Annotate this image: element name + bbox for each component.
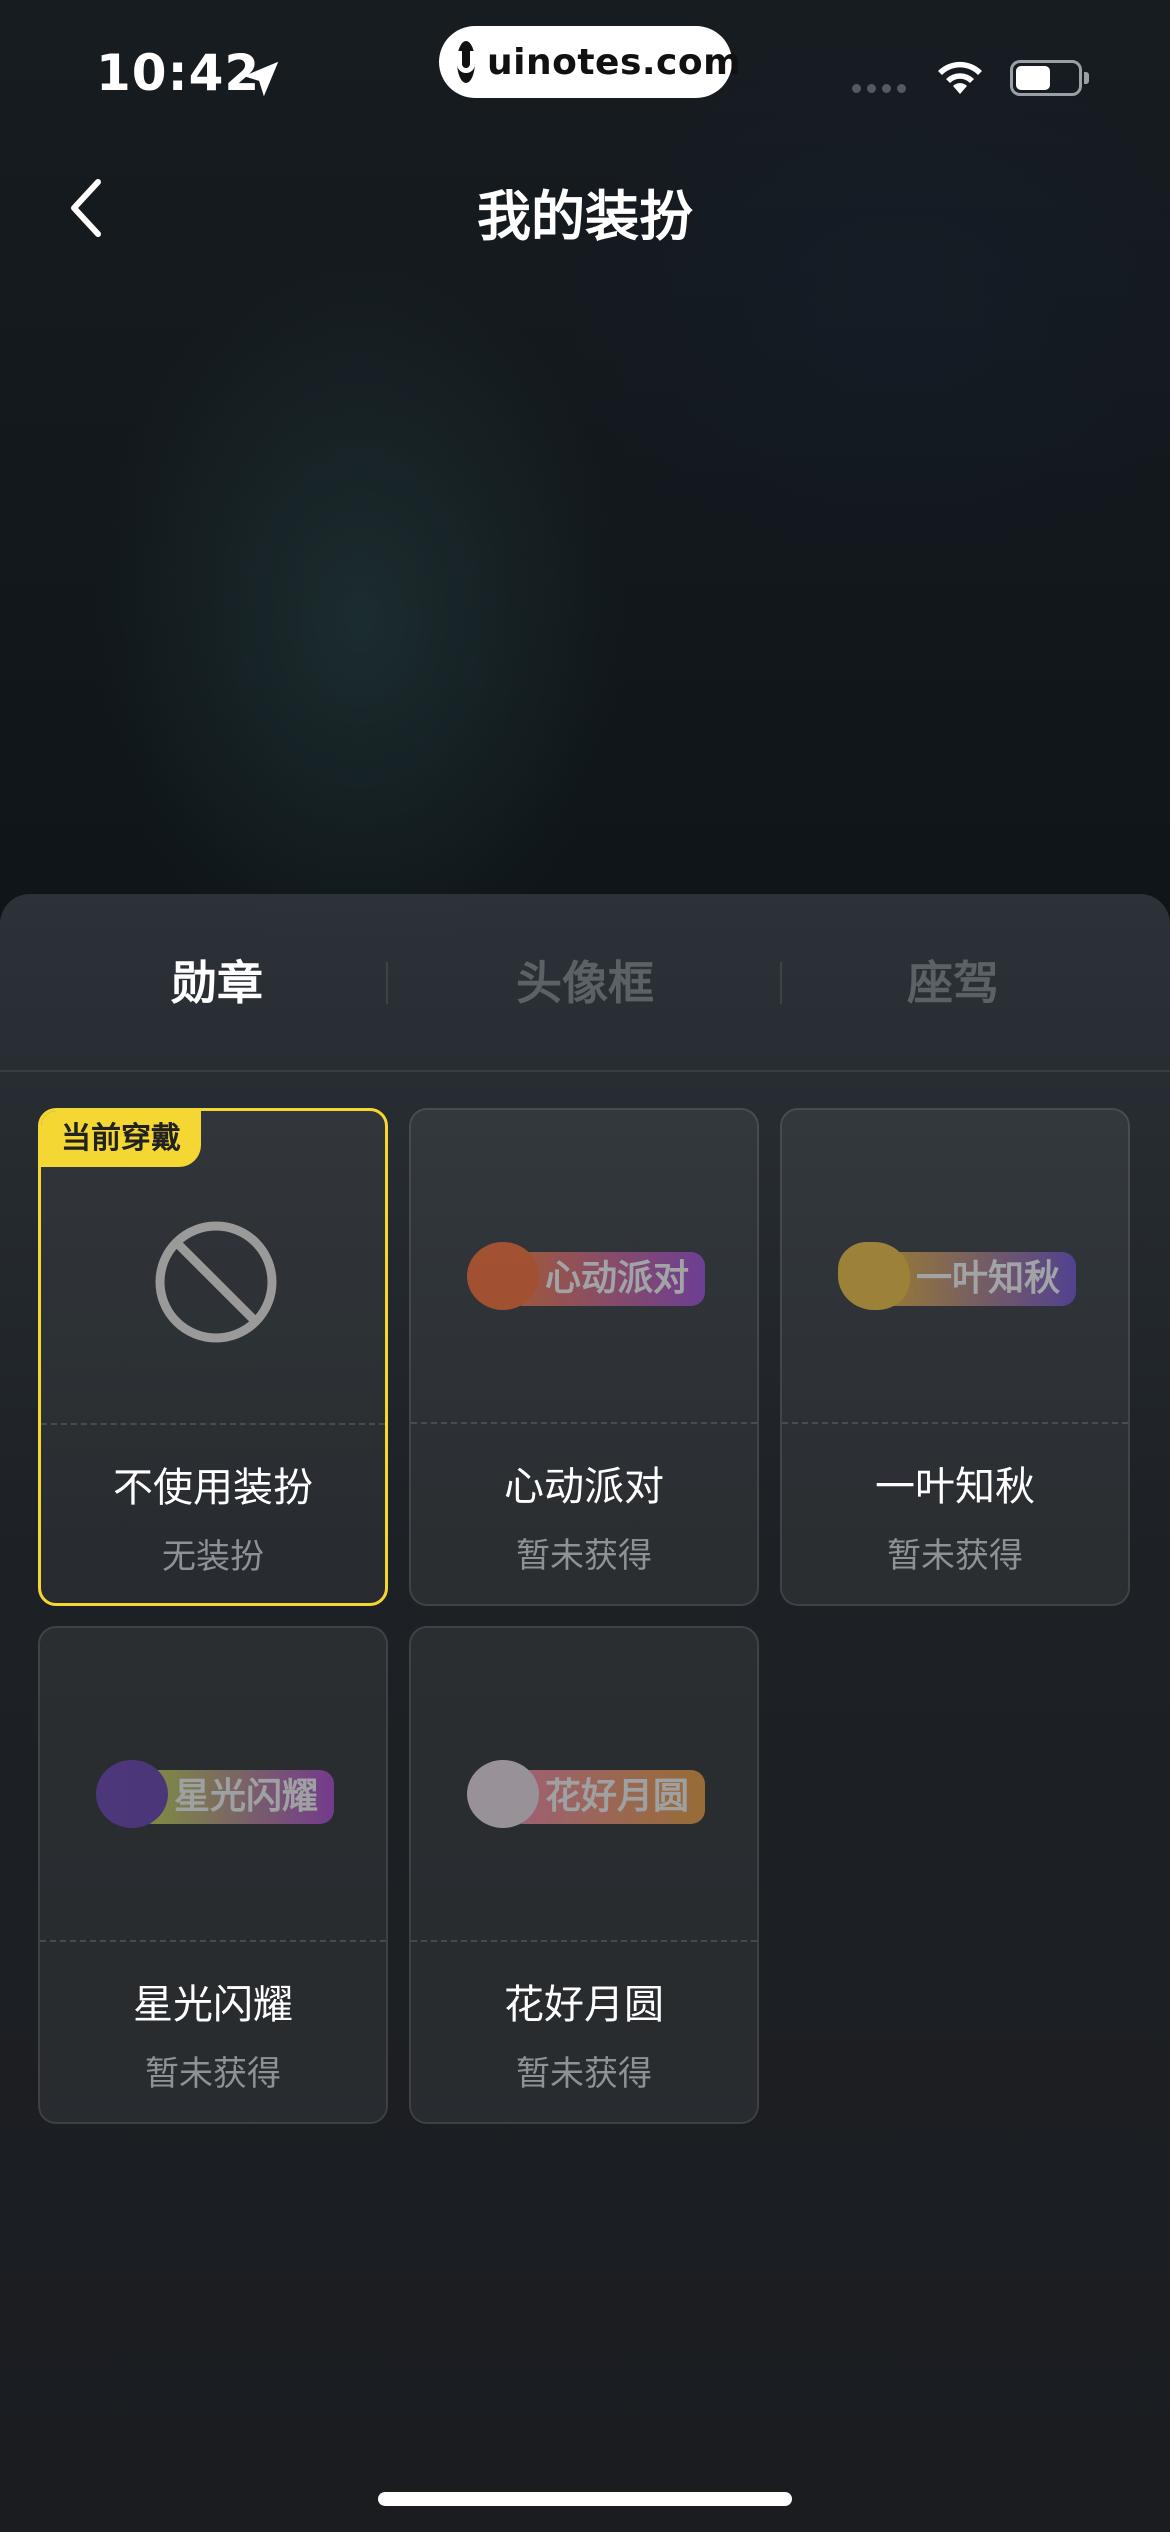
badge-label: 一叶知秋 [916,1258,1061,1299]
current-wearing-tag: 当前穿戴 [41,1111,201,1167]
item-status: 暂未获得 [145,2054,281,2094]
mascot-icon [467,1242,539,1310]
badge-image: 心动派对 [467,1240,707,1312]
url-text: uinotes.com [487,41,742,83]
leaf-mascot-icon [838,1242,910,1310]
item-card-heart-party[interactable]: 心动派对 心动派对 暂未获得 [409,1108,759,1606]
card-preview: 一叶知秋 [782,1110,1128,1424]
item-card-starlight[interactable]: 星光闪耀 星光闪耀 暂未获得 [38,1626,388,2124]
item-name: 不使用装扮 [113,1465,313,1511]
badge-image: 一叶知秋 [838,1240,1078,1312]
item-status: 无装扮 [162,1537,264,1577]
wifi-icon [938,61,982,94]
tab-divider [386,962,388,1004]
badge-label: 花好月圆 [545,1776,690,1817]
tab-badges[interactable]: 勋章 [32,942,402,1024]
cellular-signal-icon [852,84,914,96]
item-status: 暂未获得 [516,1536,652,1576]
dress-up-panel: 勋章 头像框 座驾 当前穿戴 不使用装扮 无装扮 心动派对 心动派对 暂未获得 … [0,894,1170,2532]
bunny-mascot-icon [467,1760,539,1828]
card-preview: 心动派对 [411,1110,757,1424]
location-arrow-icon [243,61,279,97]
home-indicator[interactable] [378,2492,792,2506]
item-card-full-moon[interactable]: 花好月圆 花好月圆 暂未获得 [409,1626,759,2124]
item-card-none[interactable]: 当前穿戴 不使用装扮 无装扮 [38,1108,388,1606]
badge-image: 花好月圆 [467,1758,707,1830]
tab-avatar-frames[interactable]: 头像框 [400,942,770,1024]
battery-icon [1010,60,1089,96]
status-time: 10:42 [96,44,261,102]
uinotes-logo-icon [457,41,475,83]
item-status: 暂未获得 [516,2054,652,2094]
page-title: 我的装扮 [477,185,693,248]
url-pill[interactable]: uinotes.com [439,26,741,98]
badge-label: 星光闪耀 [174,1776,319,1817]
tab-bar: 勋章 头像框 座驾 [0,894,1170,1072]
item-name: 星光闪耀 [133,1982,293,2028]
item-card-autumn-leaf[interactable]: 一叶知秋 一叶知秋 暂未获得 [780,1108,1130,1606]
card-preview: 星光闪耀 [40,1628,386,1942]
card-preview: 花好月圆 [411,1628,757,1942]
status-bar: 10:42 uinotes.com [0,0,1170,150]
badge-image: 星光闪耀 [96,1758,336,1830]
item-name: 心动派对 [504,1464,664,1510]
star-mascot-icon [96,1760,168,1828]
item-name: 一叶知秋 [875,1464,1035,1510]
tab-vehicles[interactable]: 座驾 [768,942,1138,1024]
no-symbol-icon [155,1221,277,1343]
item-name: 花好月圆 [504,1982,664,2028]
badge-label: 心动派对 [545,1258,690,1299]
item-status: 暂未获得 [887,1536,1023,1576]
